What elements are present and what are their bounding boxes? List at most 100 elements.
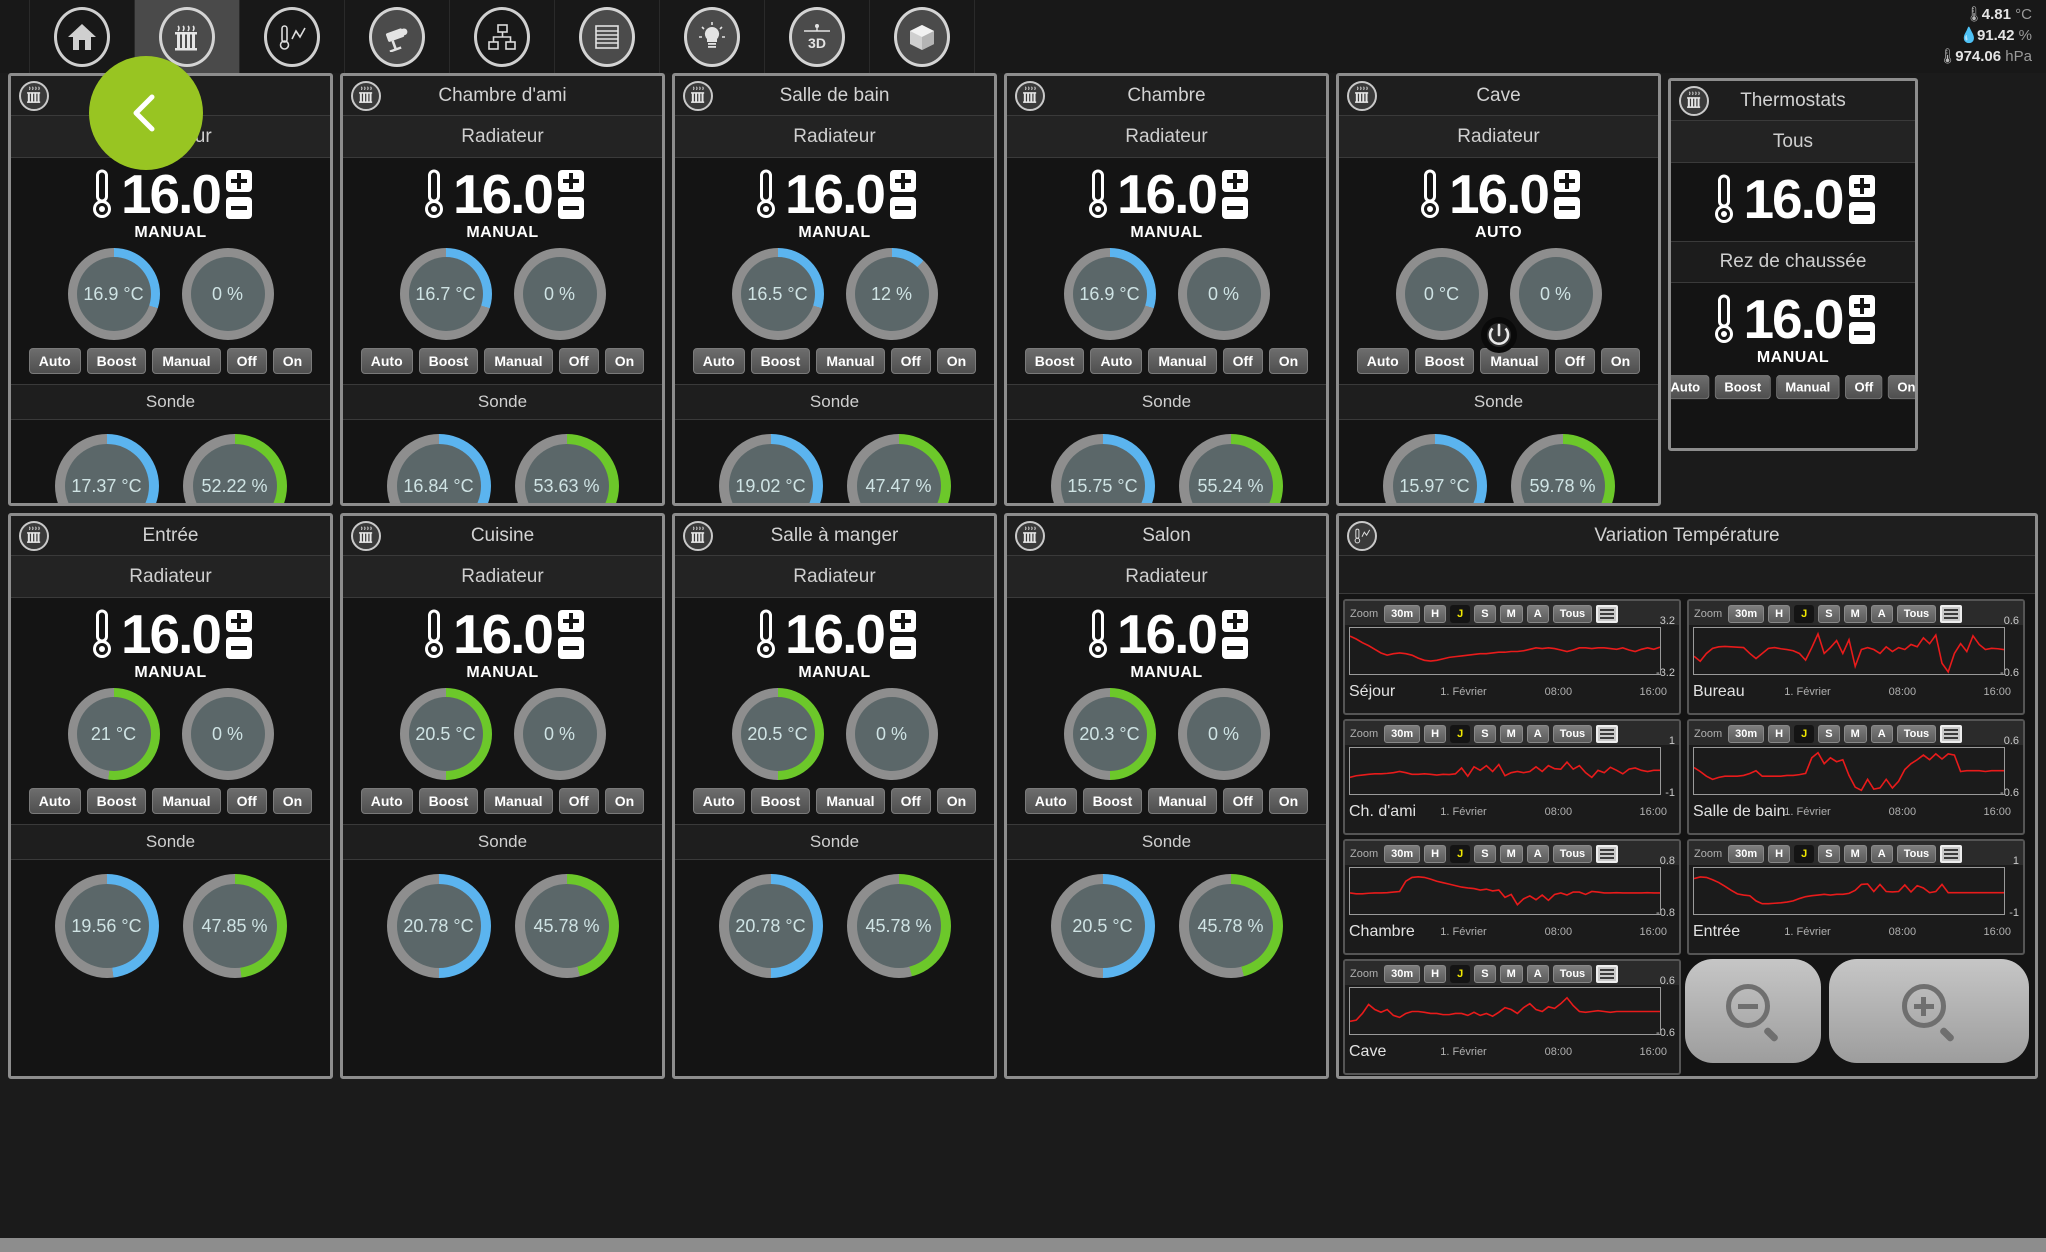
thermostats-ground-mode-off[interactable]: Off: [1845, 375, 1883, 400]
room5-sonde-temp-gauge[interactable]: 19.56 °C: [54, 874, 159, 978]
room4-mode-on[interactable]: On: [1600, 348, 1641, 374]
chart4-zoom-m[interactable]: M: [1499, 845, 1523, 863]
room5-temp-gauge[interactable]: 21 °C: [67, 688, 160, 780]
room3-mode-off[interactable]: Off: [1222, 348, 1263, 374]
room3-decrease-button[interactable]: [1222, 196, 1249, 219]
chart1-zoom-tous[interactable]: Tous: [1896, 605, 1937, 623]
chart5-zoom-h[interactable]: H: [1768, 845, 1791, 863]
chart1-zoom-j[interactable]: J: [1794, 605, 1815, 623]
room6-decrease-button[interactable]: [558, 636, 585, 659]
chart4-zoom-tous[interactable]: Tous: [1552, 845, 1593, 863]
room7-decrease-button[interactable]: [890, 636, 917, 659]
chart3-zoom-s[interactable]: S: [1818, 725, 1840, 743]
room8-sonde-temp-gauge[interactable]: 20.5 °C: [1050, 874, 1155, 978]
room1-increase-button[interactable]: [558, 169, 585, 192]
room5-decrease-button[interactable]: [226, 636, 253, 659]
room4-valve-gauge[interactable]: 0 %: [1509, 248, 1602, 340]
chart4-plot-area[interactable]: 0.8 -0.8: [1349, 855, 1675, 925]
thermostats-ground-mode-boost[interactable]: Boost: [1715, 375, 1771, 400]
room0-mode-off[interactable]: Off: [226, 348, 267, 374]
room0-valve-gauge[interactable]: 0 %: [181, 248, 274, 340]
chart3-zoom-j[interactable]: J: [1794, 725, 1815, 743]
room3-mode-auto[interactable]: Auto: [1090, 348, 1143, 374]
zoom-in-button[interactable]: [1829, 959, 2029, 1063]
chart4-zoom-h[interactable]: H: [1424, 845, 1447, 863]
room4-increase-button[interactable]: [1554, 169, 1581, 192]
chart5-zoom-m[interactable]: M: [1843, 845, 1867, 863]
room5-mode-on[interactable]: On: [272, 788, 313, 814]
chart4-zoom-a[interactable]: A: [1526, 845, 1549, 863]
room8-mode-manual[interactable]: Manual: [1148, 788, 1217, 814]
room7-mode-manual[interactable]: Manual: [816, 788, 885, 814]
room7-mode-boost[interactable]: Boost: [750, 788, 811, 814]
room8-mode-off[interactable]: Off: [1222, 788, 1263, 814]
toolbar-button-3d[interactable]: 3D: [765, 0, 870, 73]
room8-increase-button[interactable]: [1222, 609, 1249, 632]
chart1-menu-icon[interactable]: [1940, 605, 1963, 623]
room3-sonde-temp-gauge[interactable]: 15.75 °C: [1050, 434, 1155, 503]
room0-sonde-temp-gauge[interactable]: 17.37 °C: [54, 434, 159, 503]
back-button[interactable]: [89, 56, 203, 170]
room3-increase-button[interactable]: [1222, 169, 1249, 192]
thermostats-ground-mode-on[interactable]: On: [1888, 375, 1915, 400]
room3-sonde-humidity-gauge[interactable]: 55.24 %: [1178, 434, 1283, 503]
room2-valve-gauge[interactable]: 12 %: [845, 248, 938, 340]
thermostats-ground-decrease-button[interactable]: [1848, 321, 1875, 344]
room1-sonde-temp-gauge[interactable]: 16.84 °C: [386, 434, 491, 503]
room7-mode-auto[interactable]: Auto: [692, 788, 745, 814]
chart0-zoom-s[interactable]: S: [1474, 605, 1496, 623]
chart6-zoom-s[interactable]: S: [1474, 965, 1496, 983]
chart6-zoom-30m[interactable]: 30m: [1384, 965, 1421, 983]
chart2-zoom-j[interactable]: J: [1450, 725, 1471, 743]
toolbar-button-cameras[interactable]: [345, 0, 450, 73]
chart2-zoom-30m[interactable]: 30m: [1384, 725, 1421, 743]
room4-mode-boost[interactable]: Boost: [1414, 348, 1475, 374]
chart2-zoom-h[interactable]: H: [1424, 725, 1447, 743]
chart0-plot-area[interactable]: 3.2 -3.2: [1349, 615, 1675, 685]
room6-mode-off[interactable]: Off: [558, 788, 599, 814]
chart1-zoom-a[interactable]: A: [1870, 605, 1893, 623]
chart6-zoom-h[interactable]: H: [1424, 965, 1447, 983]
room0-temp-gauge[interactable]: 16.9 °C: [67, 248, 160, 340]
room2-mode-auto[interactable]: Auto: [692, 348, 745, 374]
chart0-zoom-tous[interactable]: Tous: [1552, 605, 1593, 623]
room8-sonde-humidity-gauge[interactable]: 45.78 %: [1178, 874, 1283, 978]
thermostats-ground-mode-manual[interactable]: Manual: [1776, 375, 1840, 400]
room0-mode-boost[interactable]: Boost: [86, 348, 147, 374]
room4-sonde-humidity-gauge[interactable]: 59.78 %: [1510, 434, 1615, 503]
room5-mode-boost[interactable]: Boost: [86, 788, 147, 814]
chart6-zoom-m[interactable]: M: [1499, 965, 1523, 983]
chart0-zoom-m[interactable]: M: [1499, 605, 1523, 623]
chart2-zoom-a[interactable]: A: [1526, 725, 1549, 743]
chart6-menu-icon[interactable]: [1596, 965, 1619, 983]
room1-mode-on[interactable]: On: [604, 348, 645, 374]
room8-mode-auto[interactable]: Auto: [1024, 788, 1077, 814]
chart2-zoom-m[interactable]: M: [1499, 725, 1523, 743]
chart5-zoom-s[interactable]: S: [1818, 845, 1840, 863]
room8-mode-on[interactable]: On: [1268, 788, 1309, 814]
room6-temp-gauge[interactable]: 20.5 °C: [399, 688, 492, 780]
thermostats-all-increase-button[interactable]: [1848, 174, 1875, 197]
room1-valve-gauge[interactable]: 0 %: [513, 248, 606, 340]
room5-mode-auto[interactable]: Auto: [28, 788, 81, 814]
chart1-plot-area[interactable]: 0.6 -0.6: [1693, 615, 2019, 685]
chart3-zoom-a[interactable]: A: [1870, 725, 1893, 743]
chart3-zoom-30m[interactable]: 30m: [1728, 725, 1765, 743]
room4-temp-gauge[interactable]: 0 °C: [1395, 248, 1488, 340]
room2-mode-boost[interactable]: Boost: [750, 348, 811, 374]
room6-mode-auto[interactable]: Auto: [360, 788, 413, 814]
chart1-zoom-s[interactable]: S: [1818, 605, 1840, 623]
room2-temp-gauge[interactable]: 16.5 °C: [731, 248, 824, 340]
room3-valve-gauge[interactable]: 0 %: [1177, 248, 1270, 340]
room7-increase-button[interactable]: [890, 609, 917, 632]
room5-mode-manual[interactable]: Manual: [152, 788, 221, 814]
chart4-zoom-s[interactable]: S: [1474, 845, 1496, 863]
room0-mode-manual[interactable]: Manual: [152, 348, 221, 374]
room6-sonde-humidity-gauge[interactable]: 45.78 %: [514, 874, 619, 978]
chart2-plot-area[interactable]: 1 -1: [1349, 735, 1675, 805]
room1-temp-gauge[interactable]: 16.7 °C: [399, 248, 492, 340]
room3-mode-boost[interactable]: Boost: [1024, 348, 1085, 374]
room6-mode-on[interactable]: On: [604, 788, 645, 814]
room4-decrease-button[interactable]: [1554, 196, 1581, 219]
chart5-zoom-j[interactable]: J: [1794, 845, 1815, 863]
